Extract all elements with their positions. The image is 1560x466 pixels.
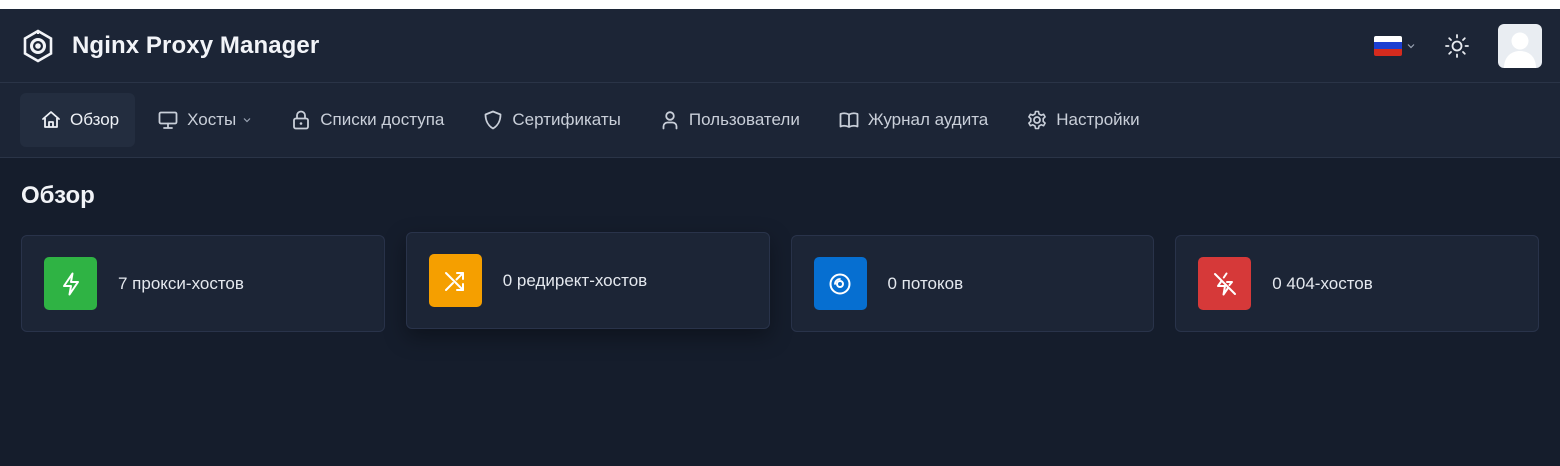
top-header: Nginx Proxy Manager xyxy=(0,9,1560,83)
nav-label-settings: Настройки xyxy=(1056,110,1140,129)
card-streams[interactable]: 0 потоков xyxy=(790,235,1155,332)
card-label: 7 прокси-хостов xyxy=(118,273,244,293)
main-nav: Обзор Хосты Списки доступа Сертификаты П… xyxy=(0,83,1560,158)
nav-label-hosts: Хосты xyxy=(187,110,237,129)
nav-label-access-lists: Списки доступа xyxy=(320,110,445,129)
card-label: 0 404-хостов xyxy=(1272,273,1373,293)
brand[interactable]: Nginx Proxy Manager xyxy=(20,28,319,64)
card-label: 0 редирект-хостов xyxy=(502,270,648,290)
home-icon xyxy=(42,111,60,128)
app-window: Nginx Proxy Manager Обзор Хосты Списки д… xyxy=(0,9,1560,466)
nav-item-hosts[interactable]: Хосты xyxy=(137,93,268,147)
nav-item-overview[interactable]: Обзор xyxy=(20,93,136,147)
avatar-silhouette xyxy=(1504,32,1536,68)
nav-label-users: Пользователи xyxy=(688,110,800,129)
app-title: Nginx Proxy Manager xyxy=(72,31,320,59)
lock-icon xyxy=(293,110,310,130)
user-avatar-icon[interactable] xyxy=(1498,23,1542,68)
book-icon xyxy=(839,112,859,128)
gear-icon xyxy=(1028,110,1047,130)
user-icon xyxy=(662,111,678,130)
nav-item-settings[interactable]: Настройки xyxy=(1006,93,1155,147)
card-redirect-hosts[interactable]: 0 редирект-хостов xyxy=(405,232,770,329)
card-404-hosts[interactable]: 0 404-хостов xyxy=(1175,235,1539,332)
header-actions xyxy=(1374,23,1542,68)
language-selector[interactable] xyxy=(1374,35,1416,56)
russia-flag-icon xyxy=(1374,35,1402,56)
nav-item-access-lists[interactable]: Списки доступа xyxy=(270,93,460,147)
stats-cards: 7 прокси-хостов 0 редирект-хостов 0 пото… xyxy=(21,232,1539,332)
nav-item-users[interactable]: Пользователи xyxy=(639,93,816,147)
sun-icon xyxy=(1445,33,1469,58)
nav-item-audit-log[interactable]: Журнал аудита xyxy=(818,93,1004,147)
nav-label-overview: Обзор xyxy=(70,110,120,129)
bolt-icon xyxy=(44,257,97,310)
bolt-off-icon xyxy=(1198,257,1252,310)
shield-icon xyxy=(484,110,502,130)
chevron-down-icon xyxy=(1407,43,1415,48)
chevron-down-icon xyxy=(243,118,251,123)
theme-toggle-button[interactable] xyxy=(1442,31,1472,61)
disc-icon xyxy=(813,257,867,310)
nav-label-certificates: Сертификаты xyxy=(512,110,621,129)
arrows-shuffle-icon xyxy=(428,254,482,307)
nginx-logo-icon xyxy=(20,28,56,64)
nav-item-certificates[interactable]: Сертификаты xyxy=(462,93,636,147)
card-label: 0 потоков xyxy=(887,273,964,293)
card-proxy-hosts[interactable]: 7 прокси-хостов xyxy=(21,235,385,332)
nav-label-audit-log: Журнал аудита xyxy=(867,110,989,129)
monitor-icon xyxy=(158,111,178,129)
page-title: Обзор xyxy=(21,182,95,209)
main-content: Обзор 7 прокси-хостов 0 редирект-хостов … xyxy=(0,158,1560,332)
